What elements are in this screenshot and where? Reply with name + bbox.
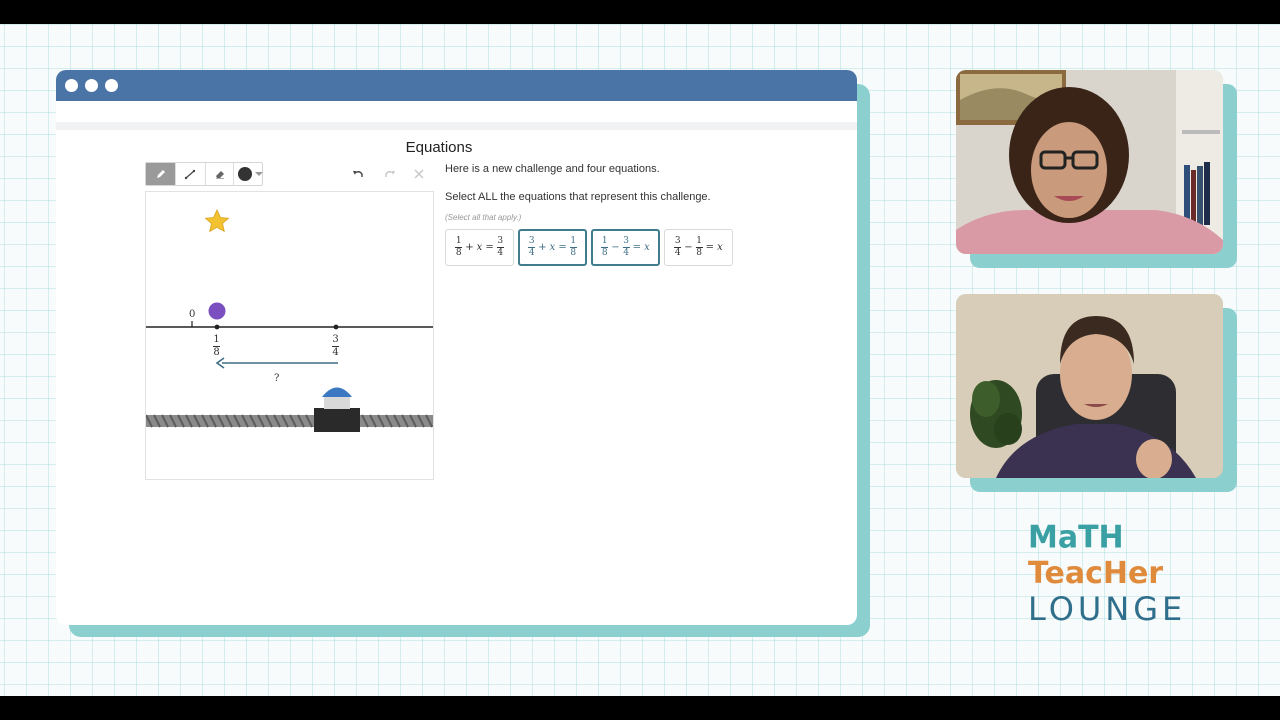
window-dot-1 bbox=[65, 79, 78, 92]
line-icon bbox=[184, 169, 196, 180]
color-swatch bbox=[238, 167, 252, 181]
letterbox-bottom bbox=[0, 696, 1280, 720]
select-hint: (Select all that apply.) bbox=[445, 213, 522, 222]
presenter-1-video bbox=[956, 70, 1223, 254]
redo-icon[interactable] bbox=[382, 166, 398, 182]
challenge-prompt: Here is a new challenge and four equatio… bbox=[445, 163, 660, 175]
choice-equation-c[interactable]: 18 − 34 = x bbox=[591, 229, 660, 266]
eraser-icon bbox=[215, 171, 224, 179]
video-tile-host-2 bbox=[956, 294, 1223, 478]
page-title: Equations bbox=[405, 139, 473, 156]
point-one-eighth bbox=[214, 324, 220, 330]
point-three-fourths bbox=[333, 324, 339, 330]
unknown-label: ? bbox=[274, 373, 280, 384]
cart bbox=[314, 387, 360, 432]
conveyor-rail bbox=[146, 414, 433, 428]
color-picker[interactable] bbox=[238, 167, 266, 182]
star-icon bbox=[204, 209, 230, 233]
sketch-canvas[interactable]: 0 18 34 ? bbox=[145, 191, 434, 480]
chevron-down-icon bbox=[255, 172, 263, 176]
window-titlebar bbox=[56, 70, 857, 101]
purple-token bbox=[208, 302, 226, 320]
letterbox-top bbox=[0, 0, 1280, 24]
plant bbox=[970, 380, 1022, 448]
eraser-tool-button[interactable] bbox=[205, 163, 234, 185]
number-line-diagram bbox=[146, 209, 433, 432]
address-bar-strip bbox=[56, 122, 857, 130]
label-one-eighth: 18 bbox=[213, 334, 220, 358]
zero-label: 0 bbox=[189, 309, 196, 320]
choice-equation-b[interactable]: 34 + x = 18 bbox=[518, 229, 587, 266]
logo-line-math: MaTH bbox=[1028, 519, 1124, 556]
undo-icon[interactable] bbox=[350, 166, 366, 182]
line-tool-button[interactable] bbox=[175, 163, 204, 185]
choice-equation-d[interactable]: 34 − 18 = x bbox=[664, 229, 733, 266]
browser-window: Equations 0 1 8 3 4 ? Here is a new chal… bbox=[56, 70, 857, 625]
label-three-fourths: 34 bbox=[332, 334, 339, 358]
window-dot-2 bbox=[85, 79, 98, 92]
choice-equation-a[interactable]: 18 + x = 34 bbox=[445, 229, 514, 266]
challenge-instruction: Select ALL the equations that represent … bbox=[445, 191, 711, 203]
math-teacher-lounge-logo: MaTH TeacHer LOUNGE bbox=[1028, 519, 1182, 630]
logo-line-teacher: TeacHer bbox=[1028, 556, 1164, 591]
presenter-2-video bbox=[956, 294, 1223, 478]
close-icon[interactable] bbox=[411, 166, 427, 182]
window-dot-3 bbox=[105, 79, 118, 92]
pencil-icon bbox=[156, 170, 165, 178]
video-tile-host-1 bbox=[956, 70, 1223, 254]
logo-line-lounge: LOUNGE bbox=[1028, 590, 1187, 628]
pencil-tool-button[interactable] bbox=[146, 163, 175, 185]
